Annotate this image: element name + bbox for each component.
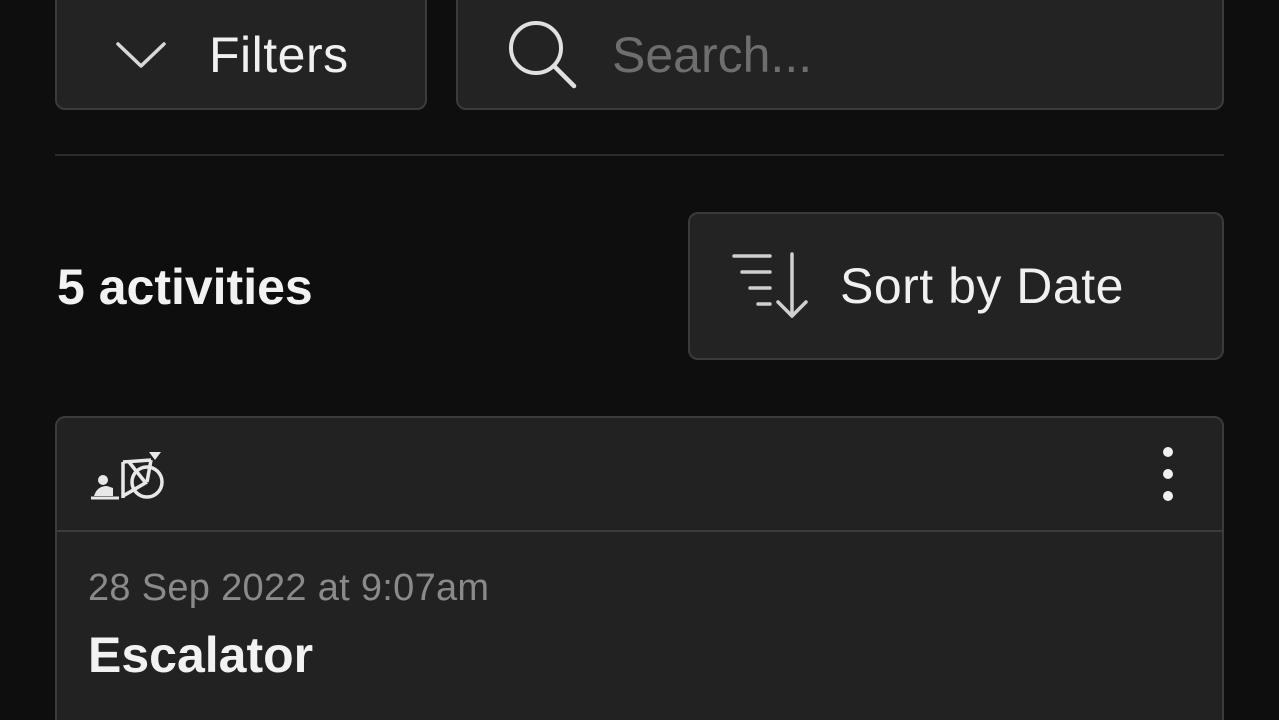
more-options-icon[interactable] xyxy=(1148,442,1188,506)
filters-label: Filters xyxy=(209,27,349,83)
activity-title[interactable]: Escalator xyxy=(88,624,313,686)
search-input[interactable] xyxy=(612,20,1255,90)
filters-button[interactable]: Filters xyxy=(55,0,427,110)
activity-count: 5 activities xyxy=(57,259,313,315)
sort-label: Sort by Date xyxy=(840,258,1124,314)
activity-date: 28 Sep 2022 at 9:07am xyxy=(88,567,490,609)
activities-page: Filters 5 activities Sort by Date xyxy=(0,0,1279,720)
activity-card[interactable]: 28 Sep 2022 at 9:07am Escalator xyxy=(55,416,1224,720)
divider xyxy=(55,154,1224,156)
sort-descending-icon xyxy=(730,250,812,322)
sort-button[interactable]: Sort by Date xyxy=(688,212,1224,360)
search-box[interactable] xyxy=(456,0,1255,110)
search-icon xyxy=(504,16,582,94)
activity-card-header xyxy=(57,418,1222,532)
bike-trainer-icon xyxy=(89,444,167,504)
chevron-down-icon xyxy=(113,35,169,75)
